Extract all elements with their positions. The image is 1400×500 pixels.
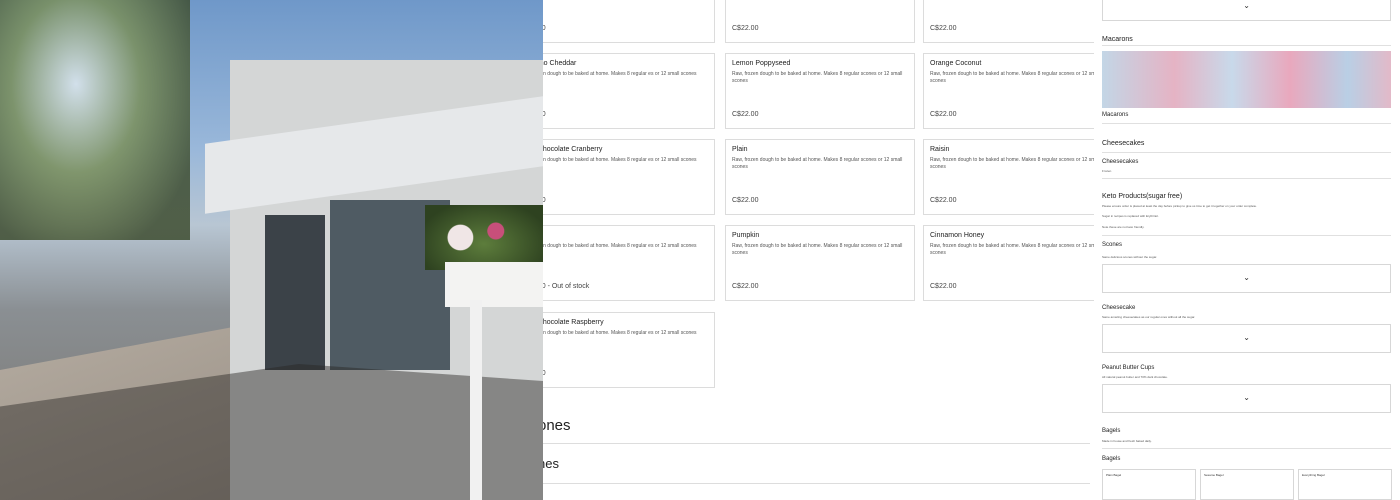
product-card[interactable]: Pumpkin Raw, frozen dough to be baked at … — [725, 225, 915, 301]
keto-note-1: Please ensure order is placed at least t… — [1102, 204, 1257, 208]
chevron-down-icon: ⌄ — [1243, 393, 1250, 402]
item-sub: Frozen — [1102, 169, 1112, 173]
product-card[interactable]: Lemon Poppyseed Raw, frozen dough to be b… — [725, 53, 915, 129]
section-title: Cheesecakes — [1102, 140, 1145, 147]
divider — [1102, 45, 1391, 46]
product-card[interactable]: 2.00 — [525, 0, 715, 43]
item-title[interactable]: Cheesecake — [1102, 305, 1135, 311]
product-card[interactable]: peño Cheddar frozen dough to be baked at … — [525, 53, 715, 129]
product-price: C$22.00 — [732, 111, 759, 118]
storefront-photo — [0, 0, 543, 500]
select-box[interactable]: ⌄ — [1102, 384, 1391, 413]
keto-note-3: Note these are not keto friendly. — [1102, 225, 1145, 229]
product-desc: frozen dough to be baked at home. Makes … — [532, 243, 697, 249]
item-sub: Same delicious scones without the sugar. — [1102, 255, 1158, 259]
select-box[interactable]: ⌄ — [1102, 324, 1391, 353]
divider — [1102, 448, 1391, 449]
product-price: C$22.00 — [930, 25, 957, 32]
product-desc: Raw, frozen dough to be baked at home. M… — [930, 71, 1101, 84]
section-title: Keto Products(sugar free) — [1102, 193, 1183, 200]
product-desc: frozen dough to be baked at home. Makes … — [532, 71, 697, 77]
product-desc: Raw, frozen dough to be baked at home. M… — [930, 243, 1101, 256]
product-price: C$22.00 — [930, 283, 957, 290]
product-card[interactable]: Plain Raw, frozen dough to be baked at ho… — [725, 139, 915, 215]
product-card[interactable]: er frozen dough to be baked at home. Make… — [525, 225, 715, 301]
chevron-down-icon: ⌄ — [1243, 273, 1250, 282]
item-title[interactable]: Cheesecakes — [1102, 159, 1138, 165]
product-name: Cinnamon Honey — [930, 232, 985, 239]
section-title: Bagels — [1102, 456, 1121, 462]
product-name: Plain — [732, 146, 748, 153]
product-card[interactable]: Orange Coconut Raw, frozen dough to be ba… — [923, 53, 1113, 129]
product-name: Orange Coconut — [930, 60, 982, 67]
bagel-name: Everything Bagel — [1302, 473, 1325, 477]
product-name: er — [532, 232, 708, 239]
bagel-card[interactable]: Sesame Bagel — [1200, 469, 1294, 500]
product-name: Lemon Poppyseed — [732, 60, 791, 67]
divider — [1102, 123, 1391, 124]
product-card[interactable]: e Chocolate Raspberry frozen dough to be … — [525, 312, 715, 388]
product-card[interactable]: Raisin Raw, frozen dough to be baked at h… — [923, 139, 1113, 215]
product-card[interactable]: e Chocolate Cranberry frozen dough to be … — [525, 139, 715, 215]
section-divider — [525, 443, 1090, 444]
product-desc: frozen dough to be baked at home. Makes … — [532, 157, 697, 163]
product-price: C$22.00 — [732, 197, 759, 204]
bagel-card[interactable]: Everything Bagel — [1298, 469, 1392, 500]
section-divider — [525, 483, 1090, 484]
keto-note-2: Sugar in recipes is replaced with Erythr… — [1102, 214, 1159, 218]
section-title: Macarons — [1102, 36, 1133, 43]
item-sub: Same amazing cheesecakes as our regular … — [1102, 315, 1196, 319]
divider — [1102, 235, 1391, 236]
product-desc: frozen dough to be baked at home. Makes … — [532, 330, 697, 336]
bagel-card[interactable]: Plain Bagel — [1102, 469, 1196, 500]
product-desc: Raw, frozen dough to be baked at home. M… — [732, 157, 903, 170]
product-price: C$22.00 — [732, 283, 759, 290]
product-name: Raisin — [930, 146, 950, 153]
item-title[interactable]: Peanut Butter Cups — [1102, 365, 1154, 371]
product-card[interactable]: Cinnamon Honey Raw, frozen dough to be ba… — [923, 225, 1113, 301]
bagel-name: Sesame Bagel — [1204, 473, 1224, 477]
item-title[interactable]: Bagels — [1102, 428, 1120, 434]
product-price: C$22.00 — [930, 111, 957, 118]
macarons-caption: Macarons — [1102, 112, 1129, 118]
product-desc: Raw, frozen dough to be baked at home. M… — [930, 157, 1101, 170]
bagel-name: Plain Bagel — [1106, 473, 1122, 477]
chevron-down-icon: ⌄ — [1243, 1, 1250, 10]
product-price: C$22.00 — [732, 25, 759, 32]
select-box[interactable]: ⌄ — [1102, 264, 1391, 293]
item-title[interactable]: Scones — [1102, 242, 1122, 248]
divider — [1102, 152, 1391, 153]
product-name: e Chocolate Raspberry — [532, 319, 604, 326]
macarons-image — [1102, 51, 1391, 108]
divider — [1102, 178, 1391, 179]
product-price: C$22.00 — [930, 197, 957, 204]
select-box[interactable]: ⌄ — [1102, 0, 1391, 21]
product-name: e Chocolate Cranberry — [532, 146, 603, 153]
product-desc: Raw, frozen dough to be baked at home. M… — [732, 71, 903, 84]
product-name: peño Cheddar — [532, 60, 577, 67]
product-card[interactable]: C$22.00 — [923, 0, 1113, 43]
product-card[interactable]: C$22.00 — [725, 0, 915, 43]
chevron-down-icon: ⌄ — [1243, 333, 1250, 342]
item-sub: Made in house and fresh baked daily. — [1102, 439, 1152, 443]
product-desc: Raw, frozen dough to be baked at home. M… — [732, 243, 903, 256]
side-panel: ⌄ Macarons Macarons Cheesecakes Cheeseca… — [1094, 0, 1400, 500]
product-name: Pumpkin — [732, 232, 760, 239]
item-sub: All natural peanut butter and 70% dark c… — [1102, 375, 1168, 379]
